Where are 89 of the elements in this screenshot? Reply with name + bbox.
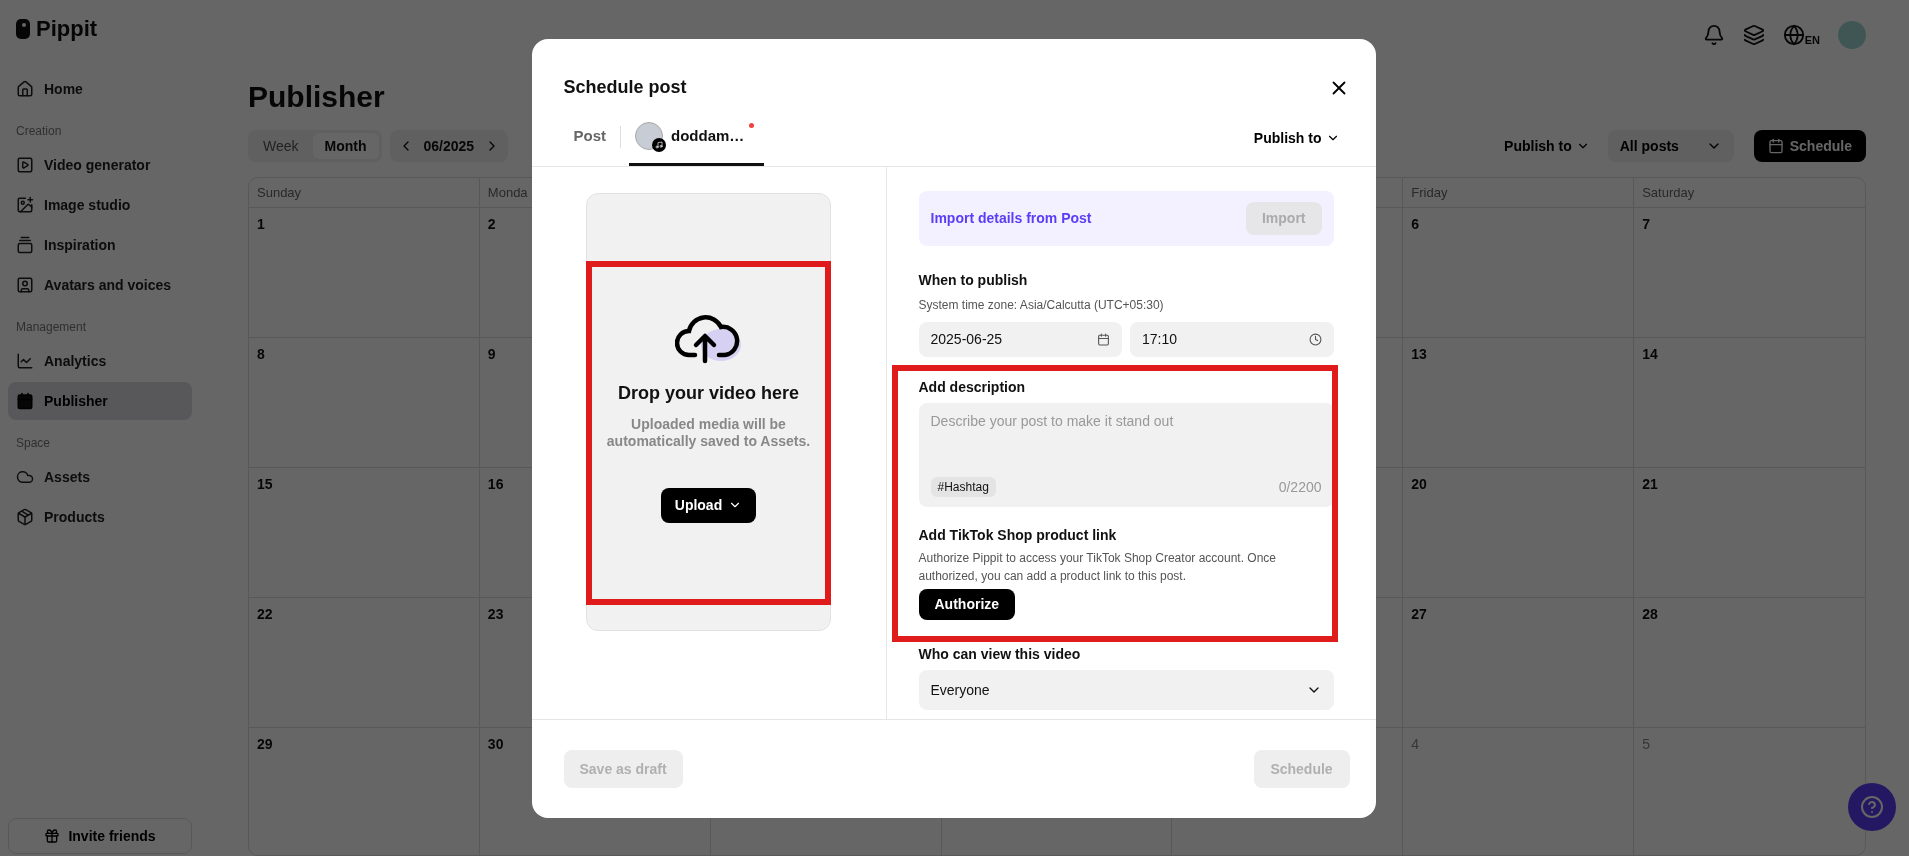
invite-button[interactable]: Invite friends [8,818,192,854]
day-number: 23 [487,605,504,622]
calendar-cell[interactable]: 29 [249,727,480,855]
day-number: 16 [487,475,504,492]
page-title: Publisher [248,79,385,114]
calendar-cell[interactable]: 15 [249,467,480,598]
view-tab[interactable]: Month [312,132,379,159]
calendar-cell[interactable]: 28 [1634,597,1865,728]
character-counter: 0/2200 [1278,478,1322,495]
stack-icon[interactable] [1742,23,1765,46]
section-label: Add TikTok Shop product link [918,526,1118,543]
timezone-note: System time zone: Asia/Calcutta (UTC+05:30) [918,296,1165,314]
calendar-cell[interactable]: 22 [249,597,480,728]
drop-zone[interactable]: Drop your video here Uploaded media will be automatically saved to Assets. Upload [586,260,831,605]
drop-subtitle: Uploaded media will be automatically saved to Assets. [605,415,812,450]
day-number: 9 [487,345,496,362]
day-number: 15 [257,475,273,492]
logo-icon [16,19,30,39]
sidebar-item[interactable]: Publisher [8,382,192,420]
shop-note: Authorize Pippit to access your TikTok Shop Creator account. Once authorized, you can add a product link to this post. [918,549,1277,585]
gift-icon [44,828,61,844]
day-number: 20 [1411,475,1427,492]
placeholder-text: Describe your post to make it stand out [930,412,1175,429]
section-label: When to publish [918,271,1029,288]
day-number: 1 [257,215,265,232]
calendar-cell[interactable]: 7 [1634,207,1865,338]
upload-button[interactable]: Upload [660,487,757,523]
video-play-icon [16,156,34,174]
help-button[interactable] [1848,783,1896,831]
authorize-button[interactable]: Authorize [918,588,1016,620]
publish-to-dropdown[interactable]: Publish to [1494,129,1600,162]
calendar-cell[interactable]: 6 [1403,207,1635,338]
bell-icon[interactable] [1702,23,1725,46]
calendar-icon [1097,332,1110,346]
calendar-cell[interactable]: 13 [1403,337,1635,468]
calendar-icon [1767,137,1784,154]
day-number: 8 [257,345,265,362]
view-tab[interactable]: Week [251,132,311,159]
calendar-cell[interactable]: 14 [1634,337,1865,468]
user-portrait-icon [16,276,34,294]
dialog-title: Schedule post [563,77,687,98]
import-text: Import details from Post [930,210,1092,226]
day-number: 28 [1642,605,1658,622]
section-label: Add description [918,378,1027,395]
period-label: 06/2025 [423,137,475,154]
cloud-icon [16,468,34,486]
logo-text: Pippit [36,16,98,42]
calendar-cell[interactable]: 20 [1403,467,1635,598]
posts-filter[interactable]: All posts [1607,129,1734,162]
visibility-select[interactable]: Everyone [918,669,1334,710]
account-tab[interactable]: doddam… [629,108,765,166]
weekday-label: Sunday [257,184,302,200]
day-number: 13 [1411,345,1427,362]
help-icon [1860,795,1884,819]
section-label: Who can view this video [918,645,1082,662]
description-field[interactable]: Describe your post to make it stand out #Hashtag 0/2200 [918,402,1334,507]
day-number: 6 [1411,215,1420,232]
calendar-icon [16,392,34,410]
panels-icon [16,236,34,254]
day-number: 2 [487,215,496,232]
calendar-cell[interactable]: 21 [1634,467,1865,598]
day-number: 29 [257,735,273,752]
time-field[interactable]: 17:10 [1130,321,1334,357]
publish-to-dropdown[interactable]: Publish to [1253,109,1340,166]
weekday-label: Friday [1411,184,1448,200]
language-button[interactable]: EN [1782,23,1820,46]
tiktok-badge-icon [652,137,666,152]
day-number: 27 [1411,605,1427,622]
calendar-cell[interactable]: 27 [1403,597,1635,728]
globe-icon [1782,23,1805,46]
clock-icon [1308,332,1322,346]
image-plus-icon [16,196,34,214]
drop-title: Drop your video here [617,382,799,404]
day-number: 22 [257,605,273,622]
weekday-label: Monda [487,184,528,200]
package-icon [16,508,34,526]
calendar-cell[interactable]: 8 [249,337,480,468]
post-tab[interactable]: Post [567,108,612,166]
day-number: 30 [487,735,504,752]
home-icon [16,80,34,98]
date-field[interactable]: 2025-06-25 [918,321,1122,357]
day-number: 14 [1642,345,1658,362]
calendar-cell[interactable]: 1 [249,207,480,338]
weekday-label: Saturday [1642,184,1695,200]
schedule-button[interactable]: Schedule [1753,129,1866,162]
day-number: 7 [1642,215,1650,232]
hashtag-chip[interactable]: #Hashtag [930,476,996,497]
day-number: 21 [1642,475,1658,492]
line-chart-icon [16,352,34,370]
